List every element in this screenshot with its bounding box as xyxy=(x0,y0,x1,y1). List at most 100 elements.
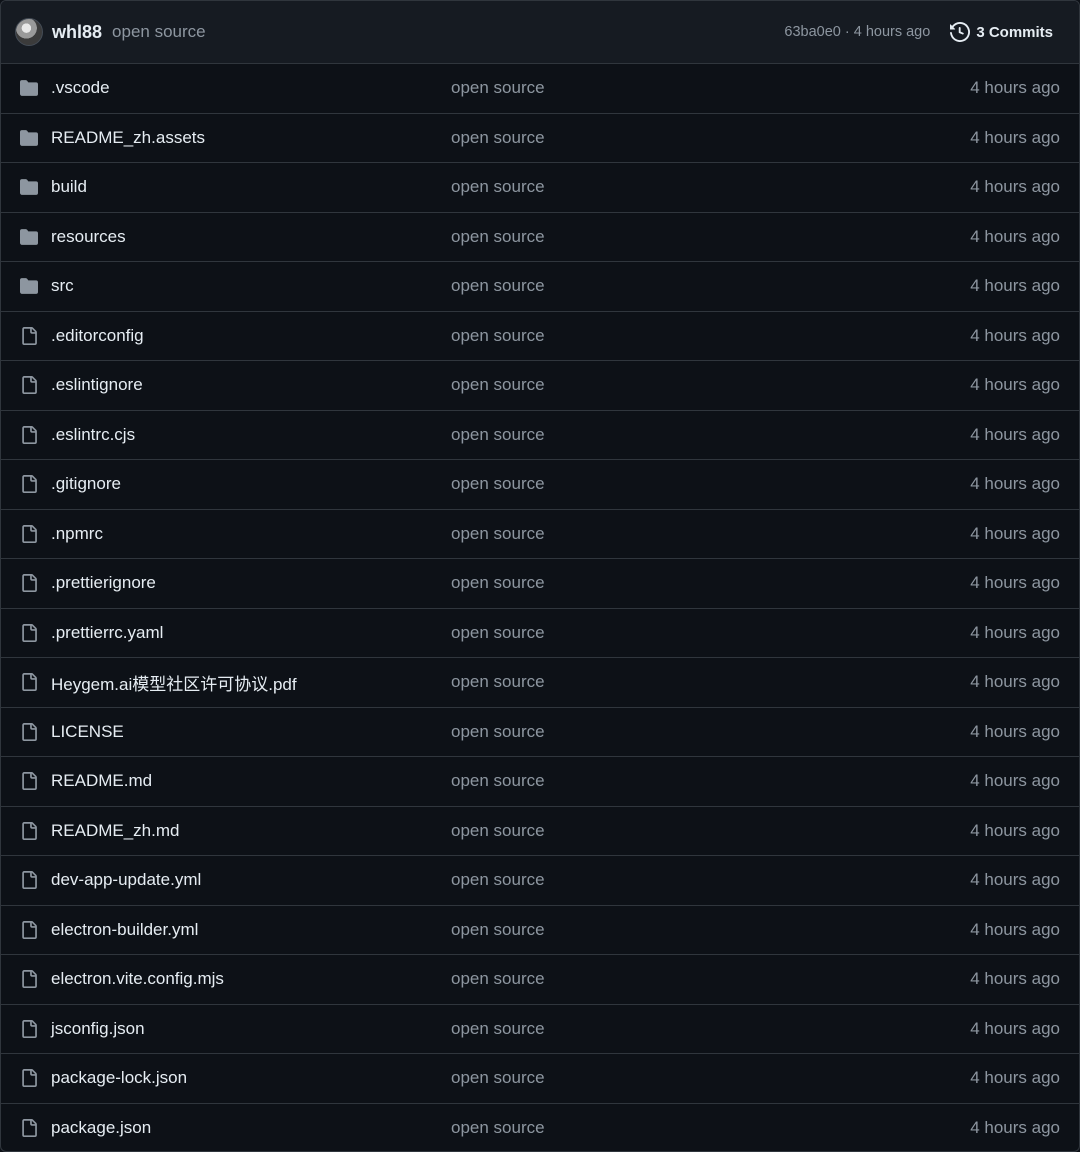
file-row[interactable]: .prettierignore open source 4 hours ago xyxy=(1,559,1079,609)
file-row[interactable]: package.json open source 4 hours ago xyxy=(1,1104,1079,1152)
folder-icon xyxy=(19,78,39,98)
file-icon xyxy=(19,672,39,692)
commit-time: 4 hours ago xyxy=(970,969,1060,989)
commit-message-link[interactable]: open source xyxy=(451,326,545,346)
folder-icon xyxy=(19,276,39,296)
avatar[interactable] xyxy=(15,18,43,46)
file-name-link[interactable]: .npmrc xyxy=(51,524,103,544)
file-row[interactable]: src open source 4 hours ago xyxy=(1,262,1079,312)
commit-message-link[interactable]: open source xyxy=(451,920,545,940)
commit-time: 4 hours ago xyxy=(970,474,1060,494)
commit-message-link[interactable]: open source xyxy=(451,128,545,148)
file-row[interactable]: electron-builder.yml open source 4 hours a… xyxy=(1,906,1079,955)
commit-message-link[interactable]: open source xyxy=(451,573,545,593)
file-row[interactable]: README.md open source 4 hours ago xyxy=(1,757,1079,807)
file-name-link[interactable]: package.json xyxy=(51,1118,151,1138)
commit-message-link[interactable]: open source xyxy=(451,375,545,395)
commit-message-link[interactable]: open source xyxy=(451,276,545,296)
file-row[interactable]: .npmrc open source 4 hours ago xyxy=(1,510,1079,559)
commit-message-link[interactable]: open source xyxy=(451,524,545,544)
file-row[interactable]: README_zh.md open source 4 hours ago xyxy=(1,807,1079,856)
file-row[interactable]: dev-app-update.yml open source 4 hours ago xyxy=(1,856,1079,906)
file-name-link[interactable]: package-lock.json xyxy=(51,1068,187,1088)
commit-author[interactable]: whl88 xyxy=(52,22,102,43)
file-name-link[interactable]: dev-app-update.yml xyxy=(51,870,201,890)
commit-message-link[interactable]: open source xyxy=(451,821,545,841)
file-name-link[interactable]: README.md xyxy=(51,771,152,791)
commit-message-link[interactable]: open source xyxy=(451,474,545,494)
commit-message-link[interactable]: open source xyxy=(451,425,545,445)
file-row[interactable]: Heygem.ai模型社区许可协议.pdf open source 4 hours … xyxy=(1,658,1079,708)
commit-message-link[interactable]: open source xyxy=(451,1068,545,1088)
file-row[interactable]: .editorconfig open source 4 hours ago xyxy=(1,312,1079,361)
commit-time: 4 hours ago xyxy=(970,177,1060,197)
commit-time: 4 hours ago xyxy=(970,1018,1060,1038)
commit-message-link[interactable]: open source xyxy=(451,177,545,197)
commit-message-link[interactable]: open source xyxy=(451,771,545,791)
file-row[interactable]: LICENSE open source 4 hours ago xyxy=(1,708,1079,757)
file-row[interactable]: package-lock.json open source 4 hours ago xyxy=(1,1054,1079,1104)
file-name-link[interactable]: LICENSE xyxy=(51,722,124,742)
commits-history-link[interactable]: 3 Commits xyxy=(950,22,1067,42)
file-name-link[interactable]: .gitignore xyxy=(51,474,121,494)
file-name-link[interactable]: .editorconfig xyxy=(51,326,144,346)
file-row[interactable]: README_zh.assets open source 4 hours ago xyxy=(1,114,1079,163)
file-name-link[interactable]: .prettierrc.yaml xyxy=(51,623,163,643)
file-row[interactable]: .vscode open source 4 hours ago xyxy=(1,64,1079,114)
file-icon xyxy=(19,1118,39,1138)
file-name-link[interactable]: Heygem.ai模型社区许可协议.pdf xyxy=(51,670,297,695)
commit-message-link[interactable]: open source xyxy=(451,227,545,247)
file-name-link[interactable]: .prettierignore xyxy=(51,573,156,593)
commit-message-link[interactable]: open source xyxy=(451,1019,545,1039)
file-name-link[interactable]: .vscode xyxy=(51,78,110,98)
file-icon xyxy=(19,870,39,890)
file-row[interactable]: jsconfig.json open source 4 hours ago xyxy=(1,1005,1079,1054)
file-icon xyxy=(19,623,39,643)
file-browser: whl88 open source 63ba0e0 · 4 hours ago … xyxy=(0,0,1080,1152)
file-icon xyxy=(19,326,39,346)
commit-time: 4 hours ago xyxy=(970,622,1060,642)
commit-message-link[interactable]: open source xyxy=(451,1118,545,1138)
file-name-link[interactable]: electron.vite.config.mjs xyxy=(51,969,224,989)
file-icon xyxy=(19,920,39,940)
commit-time: 4 hours ago xyxy=(970,523,1060,543)
file-list: .vscode open source 4 hours ago README_zh.a… xyxy=(1,64,1079,1152)
file-name-link[interactable]: .eslintignore xyxy=(51,375,143,395)
file-row[interactable]: electron.vite.config.mjs open source 4 hou… xyxy=(1,955,1079,1005)
commit-time: 4 hours ago xyxy=(970,127,1060,147)
commit-message-link[interactable]: open source xyxy=(451,969,545,989)
file-name-link[interactable]: jsconfig.json xyxy=(51,1019,145,1039)
file-row[interactable]: resources open source 4 hours ago xyxy=(1,213,1079,262)
file-icon xyxy=(19,375,39,395)
commit-message-link[interactable]: open source xyxy=(451,623,545,643)
file-icon xyxy=(19,524,39,544)
commit-time: 4 hours ago xyxy=(970,573,1060,593)
commit-message-link[interactable]: open source xyxy=(451,78,545,98)
file-name-link[interactable]: README_zh.md xyxy=(51,821,179,841)
file-name-link[interactable]: README_zh.assets xyxy=(51,128,205,148)
commit-message-link[interactable]: open source xyxy=(451,672,545,692)
file-name-link[interactable]: src xyxy=(51,276,74,296)
commit-time: 4 hours ago xyxy=(970,721,1060,741)
file-name-link[interactable]: electron-builder.yml xyxy=(51,920,198,940)
file-row[interactable]: .eslintignore open source 4 hours ago xyxy=(1,361,1079,411)
commit-time: 4 hours ago xyxy=(970,919,1060,939)
folder-icon xyxy=(19,227,39,247)
commit-message[interactable]: open source xyxy=(112,22,206,42)
commit-time: 4 hours ago xyxy=(970,672,1060,692)
file-row[interactable]: build open source 4 hours ago xyxy=(1,163,1079,213)
commit-message-link[interactable]: open source xyxy=(451,870,545,890)
file-row[interactable]: .prettierrc.yaml open source 4 hours ago xyxy=(1,609,1079,658)
commit-time: 4 hours ago xyxy=(970,424,1060,444)
commit-time: 4 hours ago xyxy=(970,1068,1060,1088)
file-name-link[interactable]: resources xyxy=(51,227,126,247)
file-row[interactable]: .gitignore open source 4 hours ago xyxy=(1,460,1079,510)
file-name-link[interactable]: .eslintrc.cjs xyxy=(51,425,135,445)
file-name-link[interactable]: build xyxy=(51,177,87,197)
commit-hash-time[interactable]: 63ba0e0 · 4 hours ago xyxy=(784,24,930,40)
commit-time: 4 hours ago xyxy=(970,375,1060,395)
folder-icon xyxy=(19,177,39,197)
file-icon xyxy=(19,425,39,445)
file-row[interactable]: .eslintrc.cjs open source 4 hours ago xyxy=(1,411,1079,460)
commit-message-link[interactable]: open source xyxy=(451,722,545,742)
